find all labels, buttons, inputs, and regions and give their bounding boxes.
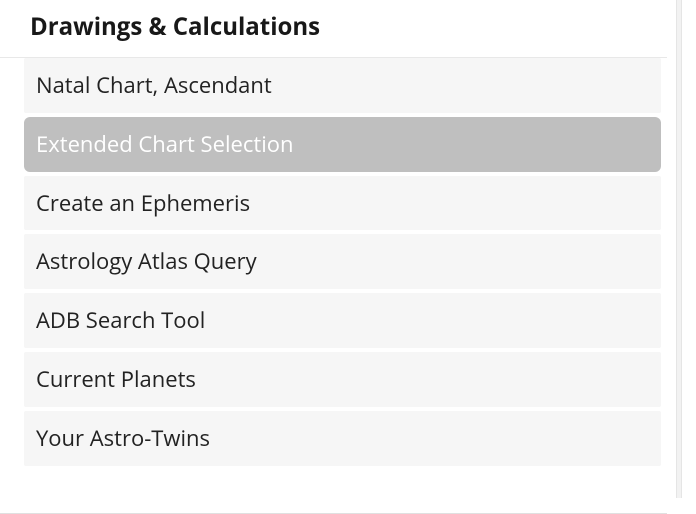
section-title: Drawings & Calculations	[0, 0, 667, 58]
menu-item-adb-search[interactable]: ADB Search Tool	[24, 293, 661, 348]
main-panel: Drawings & Calculations Natal Chart, Asc…	[0, 0, 667, 514]
right-strip	[676, 0, 682, 498]
menu-item-extended-chart[interactable]: Extended Chart Selection	[24, 117, 661, 172]
menu-item-natal-chart[interactable]: Natal Chart, Ascendant	[24, 58, 661, 113]
menu-item-ephemeris[interactable]: Create an Ephemeris	[24, 176, 661, 231]
drawings-calculations-section: Drawings & Calculations Natal Chart, Asc…	[0, 0, 667, 466]
menu-item-astro-twins[interactable]: Your Astro-Twins	[24, 411, 661, 466]
menu-list: Natal Chart, Ascendant Extended Chart Se…	[0, 58, 667, 466]
menu-item-current-planets[interactable]: Current Planets	[24, 352, 661, 407]
menu-item-atlas-query[interactable]: Astrology Atlas Query	[24, 234, 661, 289]
